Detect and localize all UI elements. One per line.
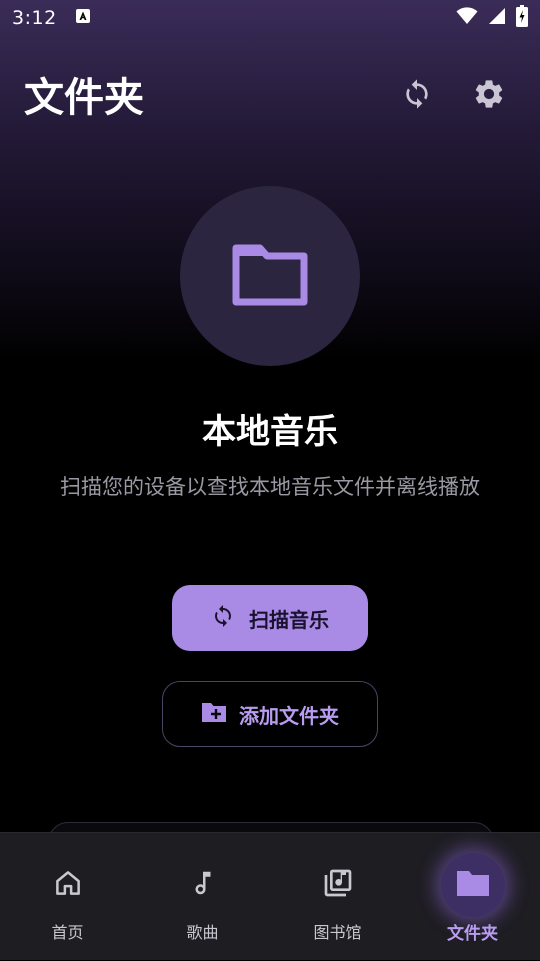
a-letter-icon — [75, 8, 91, 28]
add-folder-button[interactable]: 添加文件夹 — [162, 681, 378, 747]
folder-icon — [456, 869, 490, 901]
nav-label-songs: 歌曲 — [186, 923, 219, 942]
empty-state-description: 扫描您的设备以查找本地音乐文件并离线播放 — [60, 475, 480, 499]
music-note-icon — [188, 868, 218, 902]
nav-label-home: 首页 — [51, 923, 84, 942]
nav-label-library: 图书馆 — [313, 923, 362, 942]
folder-add-icon — [201, 701, 227, 728]
nav-item-home[interactable]: 首页 — [0, 833, 135, 961]
sync-icon[interactable] — [398, 75, 436, 113]
status-time: 3:12 — [12, 7, 57, 29]
home-icon — [53, 868, 83, 902]
page-title: 文件夹 — [24, 75, 144, 121]
nav-label-folders: 文件夹 — [447, 924, 498, 944]
sync-icon — [211, 604, 235, 633]
gear-icon[interactable] — [470, 75, 508, 113]
status-bar: 3:12 — [0, 0, 540, 36]
app-header: 文件夹 — [24, 62, 516, 126]
signal-icon — [488, 7, 506, 29]
empty-state-illustration — [180, 186, 360, 366]
nav-item-library[interactable]: 图书馆 — [270, 833, 405, 961]
add-folder-label: 添加文件夹 — [239, 703, 339, 728]
empty-state-title: 本地音乐 — [202, 412, 338, 452]
wifi-icon — [456, 7, 478, 29]
scan-music-label: 扫描音乐 — [249, 607, 329, 632]
library-icon — [322, 867, 354, 903]
nav-item-folders[interactable]: 文件夹 — [405, 833, 540, 961]
folder-icon — [232, 242, 308, 310]
nav-item-songs[interactable]: 歌曲 — [135, 833, 270, 961]
bottom-navigation: 首页 歌曲 图书馆 文件夹 — [0, 832, 540, 960]
battery-icon — [516, 5, 528, 31]
scan-music-button[interactable]: 扫描音乐 — [172, 585, 368, 651]
